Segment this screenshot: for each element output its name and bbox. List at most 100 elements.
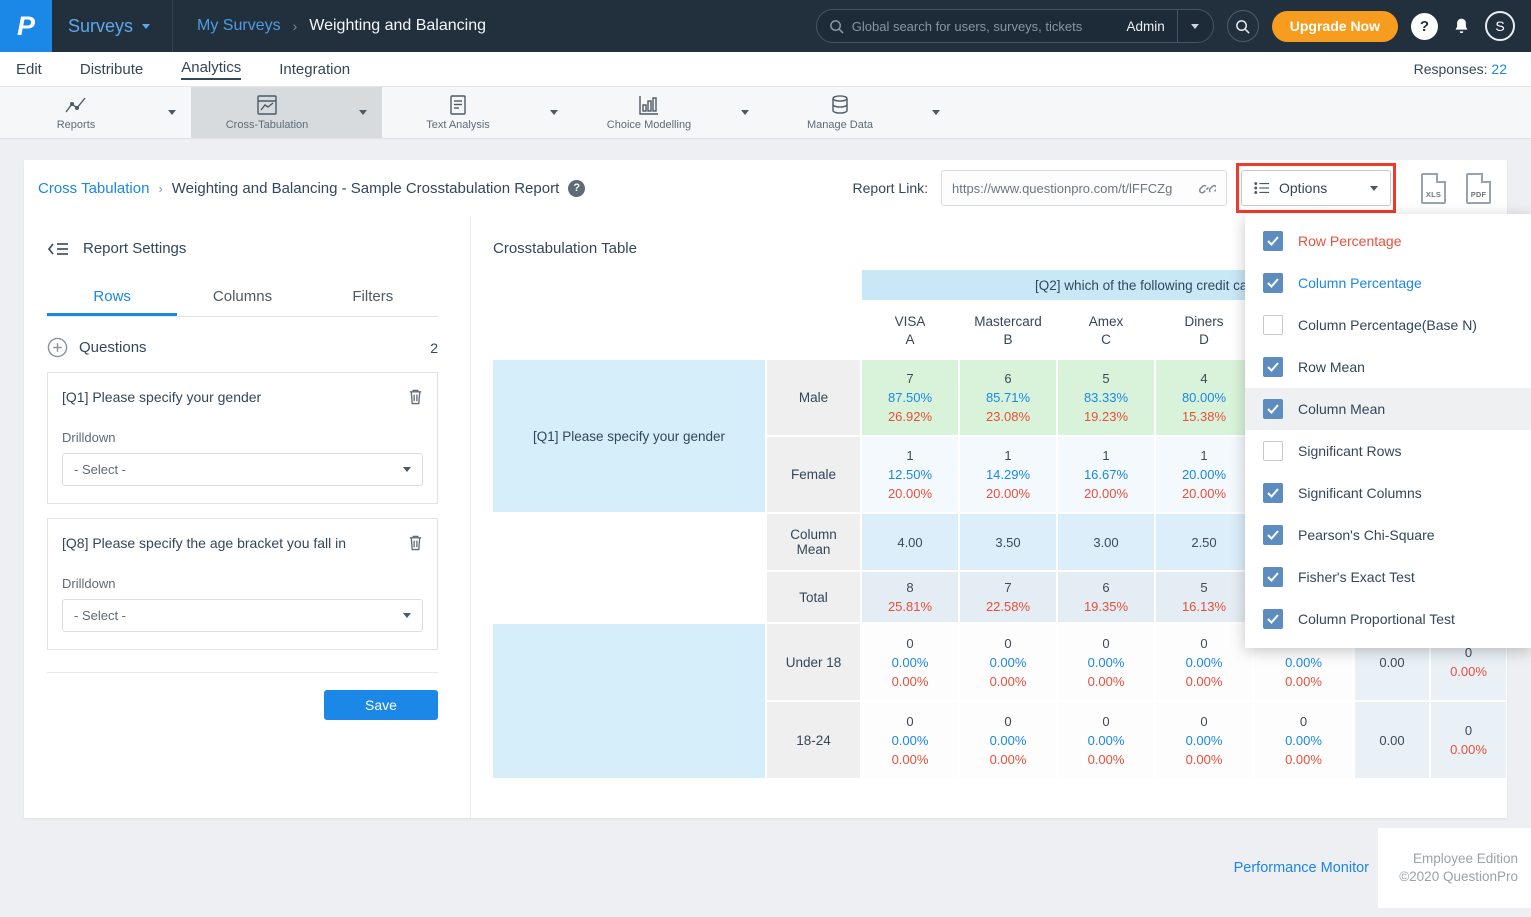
user-avatar[interactable]: S [1485,11,1515,41]
cell-line: 2.50 [1191,535,1216,550]
check-icon [1267,572,1279,582]
checkbox-fisher-s-exact-test[interactable] [1263,567,1283,587]
cell-line: 0.00% [1285,674,1322,689]
column-name: Mastercard [974,314,1042,329]
cell-line: 0 [1200,714,1207,729]
settings-tabs: RowsColumnsFilters [47,279,438,317]
crosstab-icon [255,94,279,116]
product-switcher[interactable]: Surveys [52,0,172,52]
global-search[interactable]: Admin [816,9,1214,43]
cell-line: 0.00 [1379,655,1404,670]
export-xls-button[interactable]: XLS [1421,173,1446,204]
checkbox-column-mean[interactable] [1263,399,1283,419]
toolbar-button-text-analysis[interactable]: Text Analysis [382,87,534,138]
nav-item-edit[interactable]: Edit [16,52,42,86]
crosstab-cell: 114.29%20.00% [960,437,1056,512]
option-row-percentage[interactable]: Row Percentage [1245,220,1531,262]
report-link-url[interactable]: https://www.questionpro.com/t/lFFCZg [952,181,1191,196]
nav-item-distribute[interactable]: Distribute [80,52,143,86]
logo-letter: P [17,11,35,42]
check-icon [1267,278,1279,288]
check-icon [1267,404,1279,414]
checkbox-row-percentage[interactable] [1263,231,1283,251]
option-fisher-s-exact-test[interactable]: Fisher's Exact Test [1245,556,1531,598]
search-scope-dropdown[interactable] [1177,9,1213,43]
checkbox-pearson-s-chi-square[interactable] [1263,525,1283,545]
checkbox-significant-columns[interactable] [1263,483,1283,503]
toolbar-button-reports[interactable]: Reports [0,87,152,138]
toolbar-button-manage-data[interactable]: Manage Data [764,87,916,138]
export-pdf-button[interactable]: PDF [1466,173,1491,204]
cell-line: 0 [1004,636,1011,651]
delete-question-button[interactable] [408,388,423,410]
option-column-proportional-test[interactable]: Column Proportional Test [1245,598,1531,640]
option-column-mean[interactable]: Column Mean [1245,388,1531,430]
options-button[interactable]: Options [1241,170,1391,206]
toolbar-caret-reports[interactable] [152,87,191,138]
cross-tabulation-link[interactable]: Cross Tabulation [38,180,149,197]
responses-number: 22 [1491,61,1507,77]
drilldown-select[interactable]: - Select - [62,599,423,632]
nav-item-integration[interactable]: Integration [279,52,350,86]
checkbox-column-percentage-base-n[interactable] [1263,315,1283,335]
option-row-mean[interactable]: Row Mean [1245,346,1531,388]
spacer-cell [767,270,860,300]
toolbar-caret-manage-data[interactable] [916,87,955,138]
crosstab-cell: 00.00%0.00% [960,624,1056,700]
survey-nav: EditDistributeAnalyticsIntegration Respo… [0,52,1531,87]
toolbar-caret-text-analysis[interactable] [534,87,573,138]
option-label: Column Percentage [1298,275,1422,291]
option-column-percentage-base-n[interactable]: Column Percentage(Base N) [1245,304,1531,346]
search-submit-button[interactable] [1227,10,1259,42]
toolbar-caret-choice-modelling[interactable] [725,87,764,138]
checkbox-row-mean[interactable] [1263,357,1283,377]
global-search-input[interactable] [844,19,1127,34]
search-scope-admin[interactable]: Admin [1127,19,1177,34]
crosstab-cell: 00.00%0.00% [862,624,958,700]
crosstab-cell: 787.50%26.92% [862,360,958,435]
report-settings-header: Report Settings [47,240,438,257]
checkbox-significant-rows[interactable] [1263,441,1283,461]
option-label: Row Percentage [1298,233,1402,249]
cell-line: 5 [1200,580,1207,595]
tab-filters[interactable]: Filters [308,279,438,316]
help-icon[interactable]: ? [1411,13,1438,40]
question-card-top: [Q1] Please specify your gender [62,388,423,410]
upgrade-now-button[interactable]: Upgrade Now [1272,11,1398,42]
column-name: VISA [895,314,926,329]
row-total-cell: 00.00% [1431,702,1506,778]
checkbox-column-proportional-test[interactable] [1263,609,1283,629]
toolbar-button-cross-tabulation[interactable]: Cross-Tabulation [191,87,343,138]
help-icon[interactable]: ? [568,180,585,197]
option-pearson-s-chi-square[interactable]: Pearson's Chi-Square [1245,514,1531,556]
cell-line: 4.00 [897,535,922,550]
option-column-percentage[interactable]: Column Percentage [1245,262,1531,304]
add-question-icon[interactable] [47,337,68,358]
option-significant-columns[interactable]: Significant Columns [1245,472,1531,514]
column-code: D [1199,332,1209,347]
toolbar-caret-cross-tabulation[interactable] [343,87,382,138]
performance-monitor-link[interactable]: Performance Monitor [1234,860,1369,876]
link-icon[interactable] [1199,180,1216,197]
toolbar-button-choice-modelling[interactable]: Choice Modelling [573,87,725,138]
nav-item-analytics[interactable]: Analytics [181,52,241,86]
nav-item-label: Analytics [181,59,241,80]
questionpro-logo[interactable]: P [0,0,52,52]
option-significant-rows[interactable]: Significant Rows [1245,430,1531,472]
breadcrumb-my-surveys[interactable]: My Surveys [197,17,281,35]
spacer-cell [493,270,765,300]
cell-line: 0 [1004,714,1011,729]
check-icon [1267,530,1279,540]
crosstab-cell: 4.00 [862,514,958,570]
report-link-field[interactable]: https://www.questionpro.com/t/lFFCZg [941,170,1227,206]
tab-columns[interactable]: Columns [177,279,307,316]
checkbox-column-percentage[interactable] [1263,273,1283,293]
collapse-panel-icon[interactable] [47,241,69,257]
delete-question-button[interactable] [408,534,423,556]
tab-rows[interactable]: Rows [47,279,177,316]
notifications-bell-icon[interactable] [1451,16,1472,37]
save-button[interactable]: Save [324,690,438,720]
drilldown-select[interactable]: - Select - [62,453,423,486]
question-card: [Q8] Please specify the age bracket you … [47,518,438,650]
nav-item-label: Integration [279,61,350,78]
